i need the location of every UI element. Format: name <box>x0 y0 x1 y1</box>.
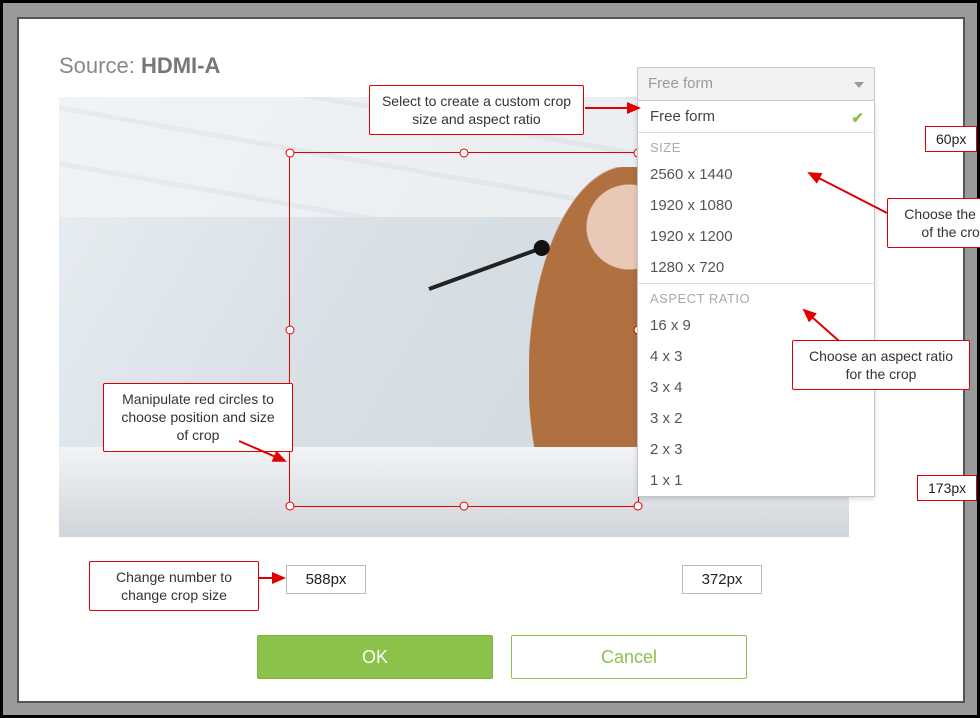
callout-handles: Manipulate red circles to choose positio… <box>103 383 293 452</box>
callout-size: Choose the size of the crop <box>887 198 980 248</box>
option-label: 3 x 2 <box>650 410 683 427</box>
callout-freeform: Select to create a custom crop size and … <box>369 85 584 135</box>
badge-bottom-offset: 173px <box>917 475 977 501</box>
crop-handle-top-left[interactable] <box>286 149 295 158</box>
option-label: 4 x 3 <box>650 348 683 365</box>
crop-dialog: Source: HDMI-A <box>59 53 959 693</box>
dropdown-option-size[interactable]: 1280 x 720 <box>638 252 874 283</box>
badge-top-offset: 60px <box>925 126 977 152</box>
callout-number: Change number to change crop size <box>89 561 259 611</box>
cancel-button[interactable]: Cancel <box>511 635 747 679</box>
crop-handle-mid-left[interactable] <box>286 325 295 334</box>
option-label: 16 x 9 <box>650 317 691 334</box>
dropdown-header-size: SIZE <box>638 132 874 159</box>
dropdown-option-ratio[interactable]: 16 x 9 <box>638 310 874 341</box>
ok-button-label: OK <box>362 647 388 668</box>
option-label: 3 x 4 <box>650 379 683 396</box>
option-label: Free form <box>650 108 715 125</box>
dialog-button-row: OK Cancel <box>257 635 747 679</box>
dropdown-option-ratio[interactable]: 2 x 3 <box>638 434 874 465</box>
crop-handle-bottom-right[interactable] <box>634 502 643 511</box>
dropdown-option-size[interactable]: 1920 x 1200 <box>638 221 874 252</box>
callout-ratio: Choose an aspect ratio for the crop <box>792 340 970 390</box>
dropdown-list: Free form ✔ SIZE 2560 x 1440 1920 x 1080… <box>637 101 875 497</box>
crop-height-input[interactable]: 372px <box>682 565 762 594</box>
crop-handle-top-mid[interactable] <box>460 149 469 158</box>
dropdown-header-ratio: ASPECT RATIO <box>638 283 874 310</box>
crop-preset-dropdown[interactable]: Free form Free form ✔ SIZE 2560 x 1440 1… <box>637 67 875 497</box>
dropdown-selected-label: Free form <box>648 75 713 92</box>
check-icon: ✔ <box>851 109 864 127</box>
inner-frame: Source: HDMI-A <box>17 17 965 703</box>
ok-button[interactable]: OK <box>257 635 493 679</box>
option-label: 2 x 3 <box>650 441 683 458</box>
dropdown-option-freeform[interactable]: Free form ✔ <box>638 101 874 132</box>
option-label: 1920 x 1200 <box>650 228 733 245</box>
dropdown-option-ratio[interactable]: 3 x 2 <box>638 403 874 434</box>
crop-handle-bottom-left[interactable] <box>286 502 295 511</box>
option-label: 1 x 1 <box>650 472 683 489</box>
outer-frame: Source: HDMI-A <box>0 0 980 718</box>
dropdown-option-size[interactable]: 1920 x 1080 <box>638 190 874 221</box>
chevron-down-icon <box>854 82 864 88</box>
option-label: 2560 x 1440 <box>650 166 733 183</box>
source-label: Source: <box>59 53 135 78</box>
dropdown-selected[interactable]: Free form <box>637 67 875 101</box>
option-label: 1920 x 1080 <box>650 197 733 214</box>
source-value: HDMI-A <box>141 53 220 78</box>
option-label: 1280 x 720 <box>650 259 724 276</box>
cancel-button-label: Cancel <box>601 647 657 668</box>
dropdown-option-ratio[interactable]: 1 x 1 <box>638 465 874 496</box>
crop-rectangle[interactable] <box>289 152 639 507</box>
dropdown-option-size[interactable]: 2560 x 1440 <box>638 159 874 190</box>
crop-width-input[interactable]: 588px <box>286 565 366 594</box>
crop-handle-bottom-mid[interactable] <box>460 502 469 511</box>
